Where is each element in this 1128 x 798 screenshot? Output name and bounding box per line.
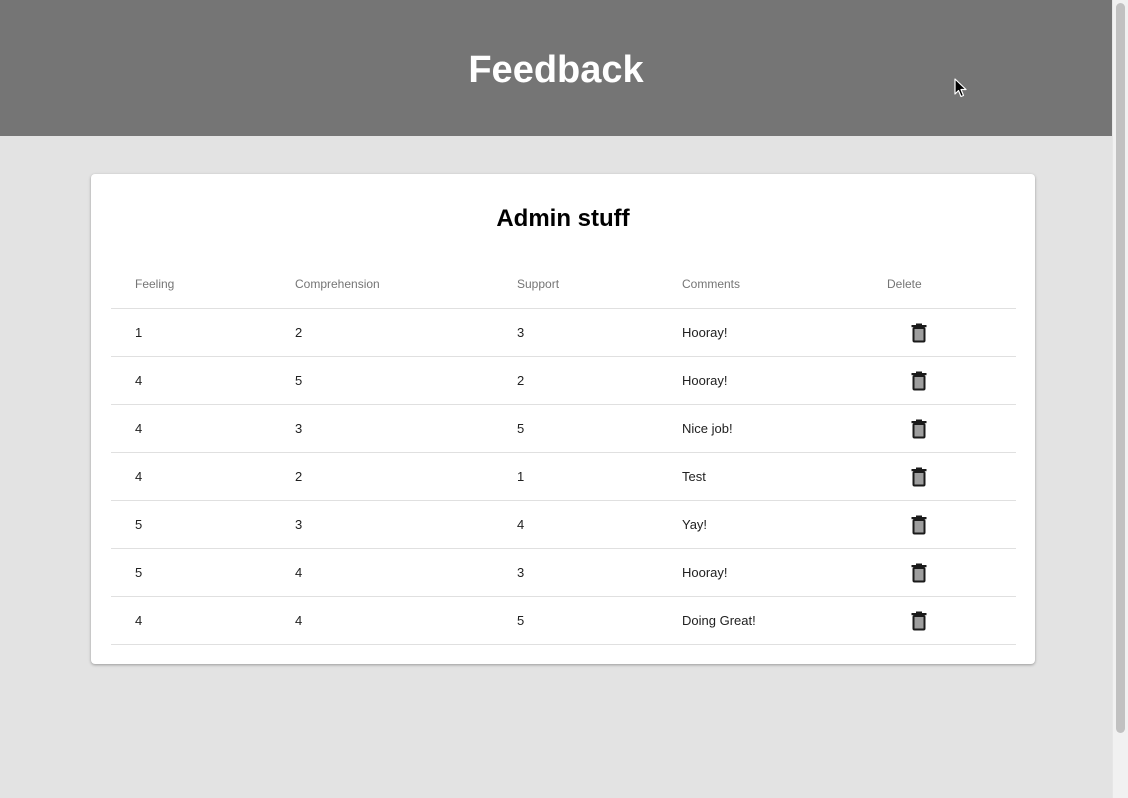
card-title: Admin stuff [496, 205, 630, 232]
comments-cell: Hooray! [682, 356, 887, 405]
delete-cell [887, 596, 1016, 645]
column-header-delete: Delete [887, 260, 1016, 309]
delete-cell [887, 452, 1016, 501]
column-header-support: Support [517, 260, 682, 309]
comments-cell: Test [682, 452, 887, 501]
trash-icon[interactable] [907, 371, 931, 396]
support-cell: 3 [517, 308, 682, 357]
feeling-cell: 4 [111, 404, 295, 453]
delete-button[interactable] [907, 369, 931, 393]
feeling-cell: 5 [111, 500, 295, 549]
feeling-cell: 4 [111, 452, 295, 501]
delete-cell [887, 404, 1016, 453]
comprehension-cell: 3 [295, 404, 517, 453]
delete-button[interactable] [907, 321, 931, 345]
table-header-row: Feeling Comprehension Support Comments D… [111, 260, 1016, 309]
support-cell: 4 [517, 500, 682, 549]
delete-button[interactable] [907, 609, 931, 633]
feeling-cell: 1 [111, 308, 295, 357]
delete-button[interactable] [907, 465, 931, 489]
support-cell: 5 [517, 596, 682, 645]
delete-cell [887, 308, 1016, 357]
column-header-feeling: Feeling [111, 260, 295, 309]
feeling-cell: 4 [111, 596, 295, 645]
table-row: 4 3 5 Nice job! [111, 404, 1016, 453]
support-cell: 1 [517, 452, 682, 501]
scrollbar-thumb[interactable] [1116, 3, 1125, 733]
trash-icon[interactable] [907, 611, 931, 636]
comments-cell: Hooray! [682, 308, 887, 357]
column-header-comprehension: Comprehension [295, 260, 517, 309]
trash-icon[interactable] [907, 515, 931, 540]
app-header: Feedback [0, 0, 1112, 136]
delete-cell [887, 500, 1016, 549]
delete-cell [887, 356, 1016, 405]
feedback-table: Feeling Comprehension Support Comments D… [111, 260, 1016, 645]
table-row: 5 3 4 Yay! [111, 500, 1016, 549]
column-header-comments: Comments [682, 260, 887, 309]
mouse-cursor-icon [954, 78, 967, 98]
comments-cell: Hooray! [682, 548, 887, 597]
feeling-cell: 4 [111, 356, 295, 405]
trash-icon[interactable] [907, 563, 931, 588]
comments-cell: Doing Great! [682, 596, 887, 645]
comprehension-cell: 2 [295, 308, 517, 357]
trash-icon[interactable] [907, 467, 931, 492]
trash-icon[interactable] [907, 323, 931, 348]
page-title: Feedback [468, 49, 644, 91]
trash-icon[interactable] [907, 419, 931, 444]
comprehension-cell: 4 [295, 596, 517, 645]
admin-card: Admin stuff Feeling Comprehension Suppor… [91, 174, 1035, 664]
support-cell: 3 [517, 548, 682, 597]
comprehension-cell: 3 [295, 500, 517, 549]
table-row: 4 5 2 Hooray! [111, 356, 1016, 405]
table-row: 4 2 1 Test [111, 452, 1016, 501]
comprehension-cell: 4 [295, 548, 517, 597]
delete-button[interactable] [907, 561, 931, 585]
comments-cell: Nice job! [682, 404, 887, 453]
feeling-cell: 5 [111, 548, 295, 597]
vertical-scrollbar[interactable] [1112, 0, 1128, 798]
table-row: 1 2 3 Hooray! [111, 308, 1016, 357]
comments-cell: Yay! [682, 500, 887, 549]
delete-button[interactable] [907, 417, 931, 441]
delete-cell [887, 548, 1016, 597]
support-cell: 2 [517, 356, 682, 405]
table-row: 4 4 5 Doing Great! [111, 596, 1016, 645]
comprehension-cell: 2 [295, 452, 517, 501]
delete-button[interactable] [907, 513, 931, 537]
table-row: 5 4 3 Hooray! [111, 548, 1016, 597]
support-cell: 5 [517, 404, 682, 453]
comprehension-cell: 5 [295, 356, 517, 405]
